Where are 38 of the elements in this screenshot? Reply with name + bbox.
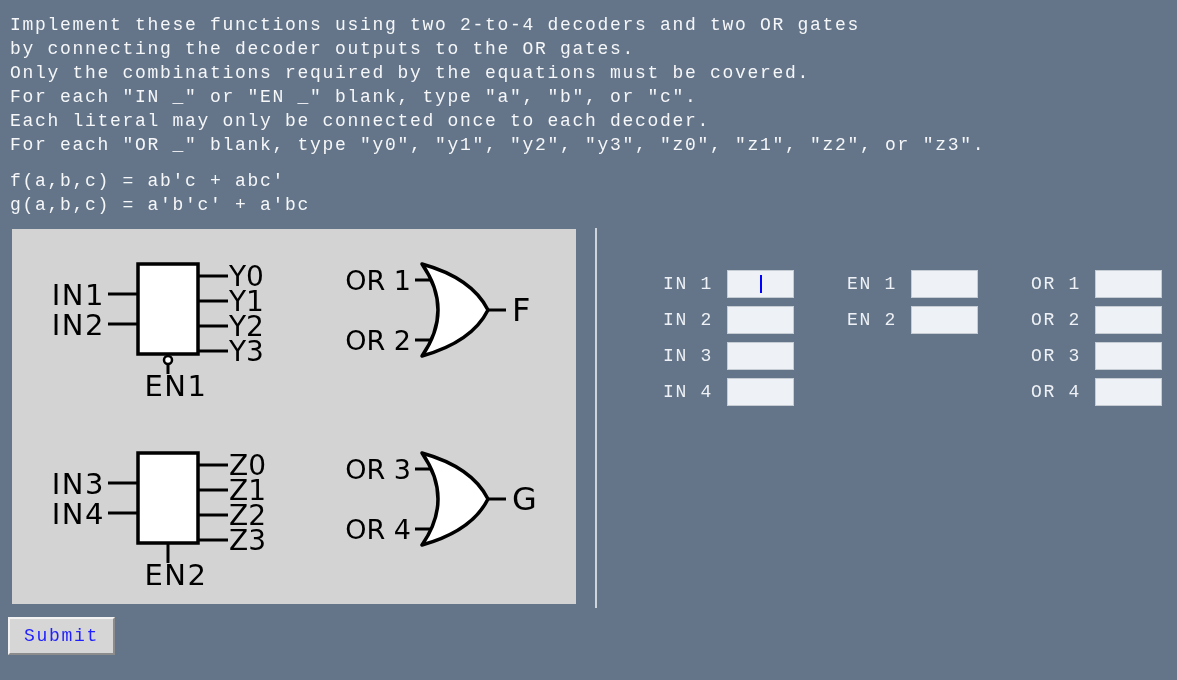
input-field[interactable] [1095, 306, 1162, 334]
instruction-line: For each "OR _" blank, type "y0", "y1", "y2", "y3", "z0", "z1", "z2", or "z3". [10, 134, 986, 157]
pin-label: EN2 [144, 558, 208, 592]
field-label: EN 1 [847, 273, 898, 296]
equation: g(a,b,c) = a'b'c' + a'bc [10, 194, 311, 217]
text-cursor-icon [760, 275, 762, 293]
input-field[interactable] [1095, 378, 1162, 406]
field-label: IN 1 [663, 273, 714, 296]
input-field[interactable] [727, 270, 794, 298]
instruction-line: Implement these functions using two 2-to-4 decoders and two OR gates [10, 14, 861, 37]
input-field[interactable] [727, 306, 794, 334]
field-label: IN 4 [663, 381, 714, 404]
input-field[interactable] [727, 342, 794, 370]
output-label: G [512, 480, 537, 518]
input-field[interactable] [1095, 342, 1162, 370]
input-field[interactable] [911, 270, 978, 298]
submit-button[interactable]: Submit [8, 617, 115, 655]
field-label: IN 3 [663, 345, 714, 368]
field-label: EN 2 [847, 309, 898, 332]
output-label: F [512, 291, 531, 329]
instruction-line: For each "IN _" or "EN _" blank, type "a", "b", or "c". [10, 86, 698, 109]
gate-input-label: OR 4 [345, 514, 411, 545]
instruction-line: Only the combinations required by the equations must be covered. [10, 62, 811, 85]
field-label: OR 1 [1031, 273, 1082, 296]
gate-input-label: OR 1 [345, 265, 411, 296]
gate-input-label: OR 3 [345, 454, 411, 485]
instruction-line: Each literal may only be connected once to each decoder. [10, 110, 711, 133]
input-field[interactable] [911, 306, 978, 334]
field-label: OR 2 [1031, 309, 1082, 332]
instruction-line: by connecting the decoder outputs to the OR gates. [10, 38, 636, 61]
gate-input-label: OR 2 [345, 325, 411, 356]
field-label: OR 3 [1031, 345, 1082, 368]
pin-label: EN1 [144, 369, 208, 403]
field-label: OR 4 [1031, 381, 1082, 404]
field-label: IN 2 [663, 309, 714, 332]
input-field[interactable] [1095, 270, 1162, 298]
input-field[interactable] [727, 378, 794, 406]
equation: f(a,b,c) = ab'c + abc' [10, 170, 286, 193]
